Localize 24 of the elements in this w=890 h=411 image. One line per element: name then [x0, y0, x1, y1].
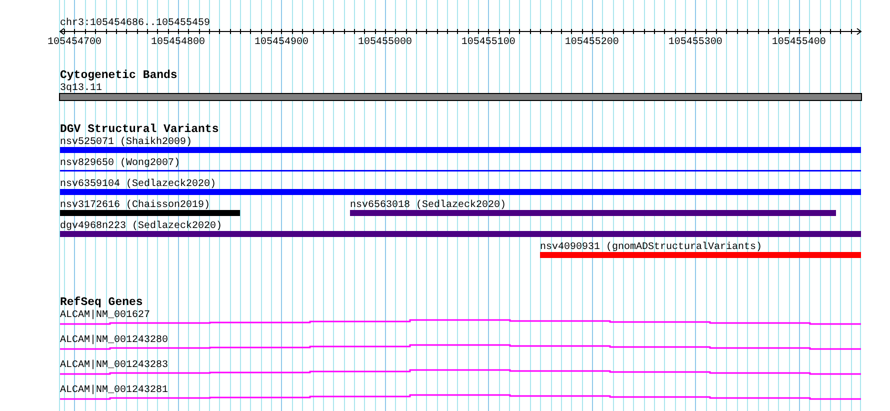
feature-label: ALCAM|NM_001243280 — [60, 335, 168, 346]
feature-label: nsv525071 (Shaikh2009) — [60, 137, 192, 148]
track-title: Cytogenetic Bands — [60, 69, 178, 82]
feature-label: nsv6563018 (Sedlazeck2020) — [350, 200, 506, 211]
tick-label: 105455200 — [564, 37, 619, 48]
tick-label: 105455100 — [461, 37, 516, 48]
track-title: RefSeq Genes — [60, 296, 143, 309]
track-title: DGV Structural Variants — [60, 123, 219, 136]
tick-label: 105454800 — [150, 37, 205, 48]
feature-label: ALCAM|NM_001627 — [60, 310, 150, 321]
feature-label: nsv829650 (Wong2007) — [60, 158, 180, 169]
tick-label: 105455400 — [772, 37, 826, 48]
feature-label: ALCAM|NM_001243281 — [60, 385, 168, 396]
tick-label: 105455300 — [668, 37, 722, 48]
feature-label: nsv4090931 (gnomADStructuralVariants) — [540, 242, 762, 253]
feature-label: nsv6359104 (Sedlazeck2020) — [60, 179, 216, 190]
feature-label: 3q13.11 — [60, 83, 102, 94]
location-label: chr3:105454686..105455459 — [60, 18, 210, 29]
tick-label: 105454700 — [47, 37, 102, 48]
tick-label: 105454900 — [254, 37, 308, 48]
feature-label: ALCAM|NM_001243283 — [60, 360, 168, 371]
feature-label: dgv4968n223 (Sedlazeck2020) — [60, 221, 222, 232]
feature-label: nsv3172616 (Chaisson2019) — [60, 200, 210, 211]
tick-label: 105455000 — [358, 37, 412, 48]
